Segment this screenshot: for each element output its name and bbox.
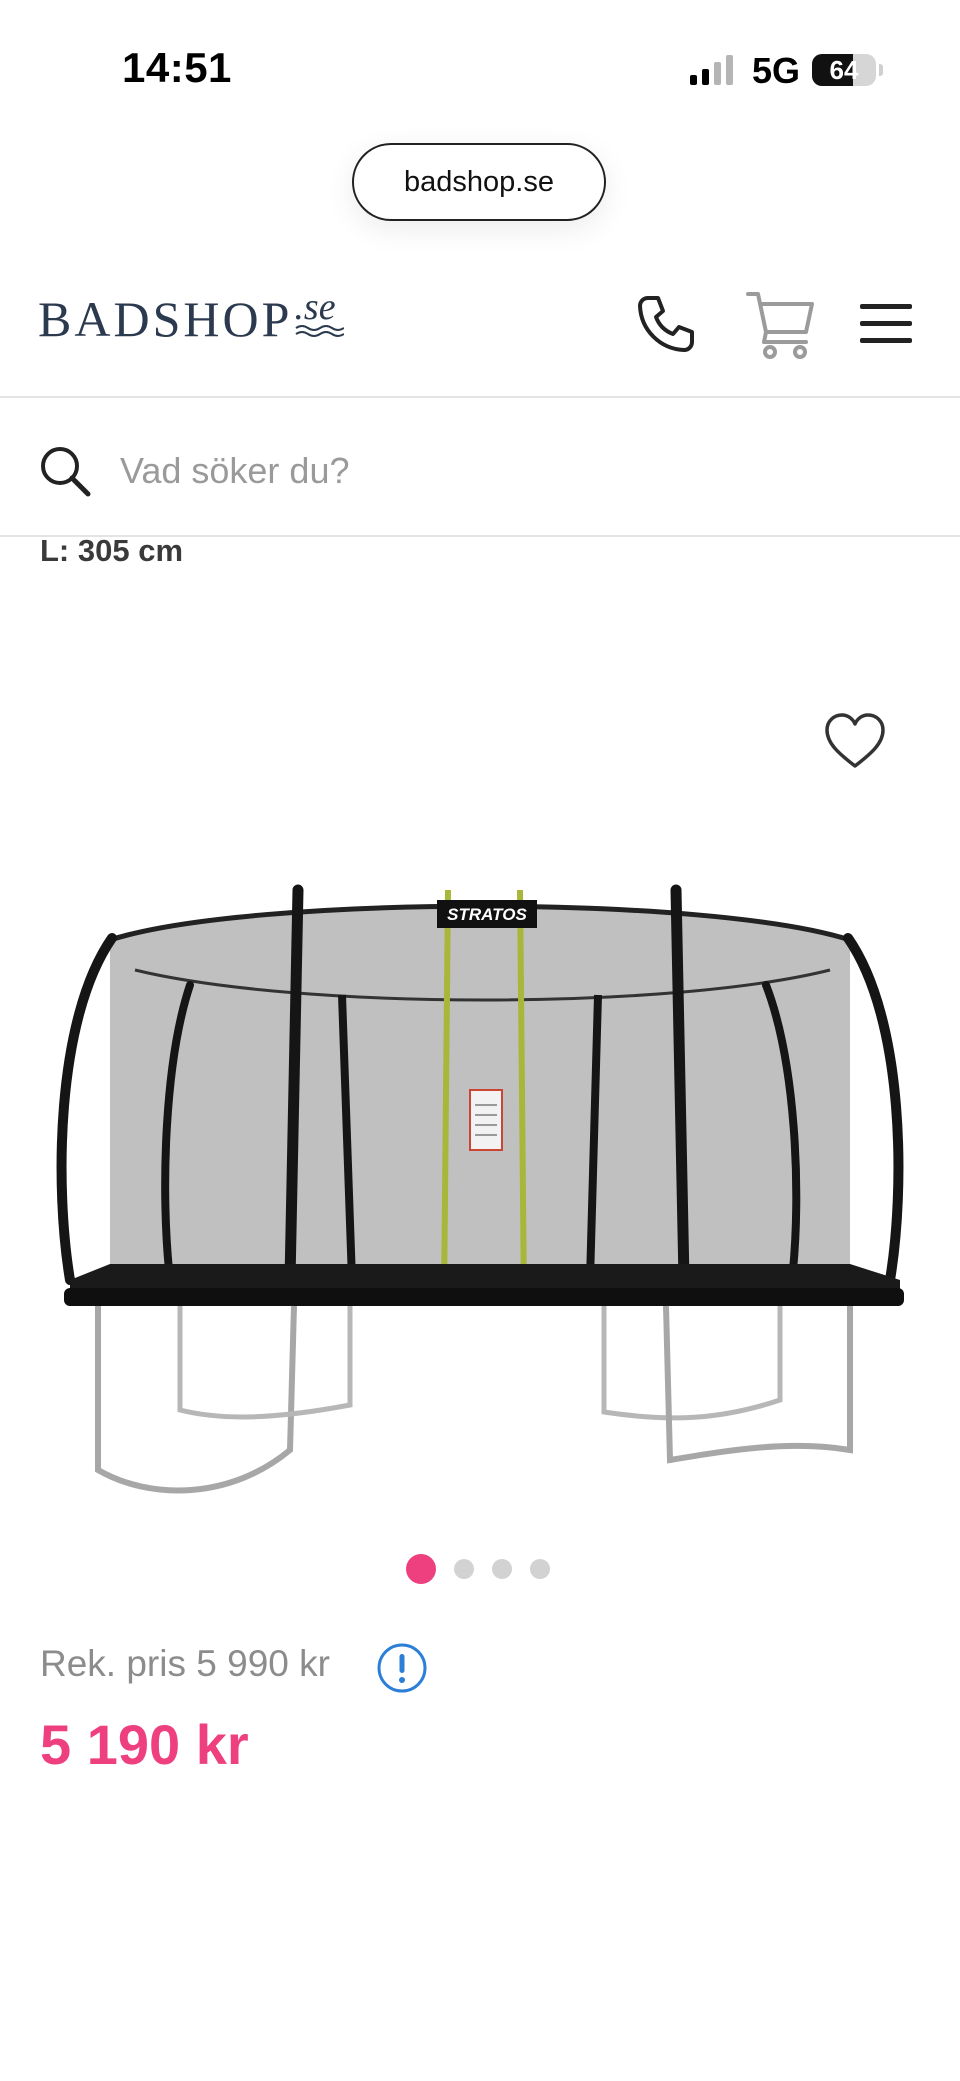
favorite-heart-icon[interactable] [824,712,886,770]
battery-level: 64 [829,55,859,85]
image-carousel-indicator[interactable] [406,1554,550,1584]
carousel-dot[interactable] [530,1559,550,1579]
info-icon[interactable] [376,1642,428,1694]
carousel-dot[interactable] [406,1554,436,1584]
carousel-dot[interactable] [492,1559,512,1579]
carousel-dot[interactable] [454,1559,474,1579]
search-input[interactable] [118,440,902,502]
logo-suffix-text: .se [294,286,336,328]
status-time: 14:51 [122,44,232,91]
phone-icon[interactable] [634,292,698,356]
menu-icon[interactable] [858,300,914,348]
search-icon[interactable] [38,444,92,498]
cart-icon[interactable] [746,288,816,360]
address-bar[interactable]: badshop.se [352,143,606,221]
product-price: 5 190 kr [40,1713,249,1776]
image-brand-tag: STRATOS [447,905,527,924]
recommended-price: Rek. pris 5 990 kr [40,1643,330,1684]
site-logo[interactable]: BADSHOP .se [38,286,345,348]
battery-icon: 64 [812,54,876,86]
logo-suffix: .se [294,286,345,340]
logo-wordmark: BADSHOP [38,291,293,347]
signal-icon [690,55,733,85]
product-dimension: L: 305 cm [40,533,184,568]
product-image-trampoline[interactable]: STRATOS [50,860,910,1520]
battery-tip [879,64,883,76]
network-label: 5G [752,50,801,91]
